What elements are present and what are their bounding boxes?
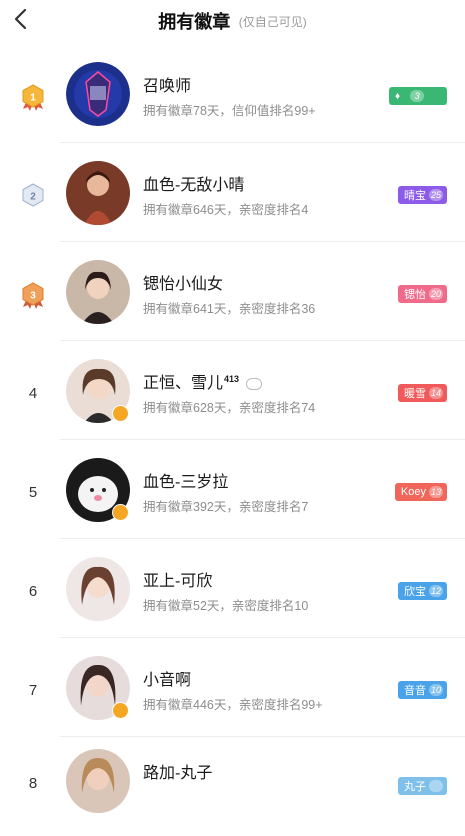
bronze-medal-icon: 3 xyxy=(18,280,48,310)
user-name: 小音啊 xyxy=(143,672,192,689)
rank-number: 1 xyxy=(30,93,36,104)
rank-badge: 6 xyxy=(18,577,48,607)
rank-number: 5 xyxy=(28,484,38,501)
list-item[interactable]: 6 亚上-可欣 拥有徽章52天，亲密度排名10 欣宝 12 xyxy=(0,539,465,638)
rank-number: 7 xyxy=(28,682,38,699)
avatar[interactable] xyxy=(66,260,130,324)
badge-level: 13 xyxy=(429,486,443,498)
user-name-superscript: 413 xyxy=(224,373,240,384)
avatar[interactable] xyxy=(66,62,130,126)
rank-number: 3 xyxy=(30,291,36,302)
badge-meta: 拥有徽章446天，亲密度排名99+ xyxy=(143,698,323,712)
badge-name: 丸子 xyxy=(404,781,426,793)
rank-badge: 7 xyxy=(18,676,48,706)
badge-level xyxy=(429,780,443,792)
badge-meta: 拥有徽章52天，亲密度排名10 xyxy=(143,599,309,613)
badge-level: 14 xyxy=(429,387,443,399)
page-title-group: 拥有徽章 (仅自己可见) xyxy=(0,8,465,34)
fan-badge[interactable]: ♦ 3 xyxy=(389,87,447,105)
badge-level: 12 xyxy=(429,585,443,597)
page-title: 拥有徽章 xyxy=(158,12,231,32)
fan-badge[interactable]: 锶怡 20 xyxy=(398,285,447,303)
rank-badge: 5 xyxy=(18,478,48,508)
badge-level: 20 xyxy=(429,288,443,300)
badge-name: 音音 xyxy=(404,685,426,697)
live-indicator-icon xyxy=(112,702,129,719)
badge-meta: 拥有徽章628天，亲密度排名74 xyxy=(143,401,316,415)
list-item[interactable]: 7 小音啊 拥有徽章446天，亲密度排名99+ 音音 10 xyxy=(0,638,465,737)
badge-name: Koey xyxy=(400,486,426,498)
user-name: 正恒、雪儿 xyxy=(143,375,224,392)
leaf-icon: ♦ xyxy=(395,90,401,102)
rank-number: 8 xyxy=(28,775,38,792)
user-name-wrap: 正恒、雪儿413 xyxy=(143,369,262,393)
badge-meta: 拥有徽章641天，亲密度排名36 xyxy=(143,302,316,316)
badge-level: 10 xyxy=(429,684,443,696)
list-item[interactable]: 5 血色-三岁拉 拥有徽章392天，亲密度排名7 Koey 13 xyxy=(0,440,465,539)
rank-number: 6 xyxy=(28,583,38,600)
user-name: 锶怡小仙女 xyxy=(143,276,224,293)
user-name: 召唤师 xyxy=(143,78,192,95)
badge-name: 暖雪 xyxy=(404,388,426,400)
badge-meta: 拥有徽章646天，亲密度排名4 xyxy=(143,203,309,217)
badge-level: 3 xyxy=(410,90,425,102)
badge-name: 锶怡 xyxy=(404,289,426,301)
fan-badge[interactable]: 欣宝 12 xyxy=(398,582,447,600)
rank-badge: 8 xyxy=(18,769,48,799)
avatar[interactable] xyxy=(66,557,130,621)
user-name: 路加-丸子 xyxy=(143,765,213,782)
rank-number: 2 xyxy=(30,192,36,203)
fan-badge[interactable]: 丸子 xyxy=(398,777,447,795)
fan-badge[interactable]: Koey 13 xyxy=(394,483,447,501)
rank-number: 4 xyxy=(28,385,38,402)
live-indicator-icon xyxy=(112,504,129,521)
user-name: 亚上-可欣 xyxy=(143,573,213,590)
badge-list: 1 召唤师 拥有徽章78天，信仰值排名99+ ♦ 3 2 血色-无敌小晴 拥有徽… xyxy=(0,44,465,836)
badge-name: 晴宝 xyxy=(404,190,426,202)
avatar[interactable] xyxy=(66,161,130,225)
badge-name: 欣宝 xyxy=(404,586,426,598)
avatar[interactable] xyxy=(66,749,130,813)
gold-medal-icon: 1 xyxy=(18,82,48,112)
list-item[interactable]: 8 路加-丸子 丸子 xyxy=(0,737,465,836)
list-item[interactable]: 3 锶怡小仙女 拥有徽章641天，亲密度排名36 锶怡 20 xyxy=(0,242,465,341)
fan-badge[interactable]: 暖雪 14 xyxy=(398,384,447,402)
badge-level: 25 xyxy=(429,189,443,201)
chat-bubble-icon xyxy=(245,377,262,390)
list-item[interactable]: 2 血色-无敌小晴 拥有徽章646天，亲密度排名4 晴宝 25 xyxy=(0,143,465,242)
badge-meta: 拥有徽章78天，信仰值排名99+ xyxy=(143,104,316,118)
user-name: 血色-三岁拉 xyxy=(143,474,229,491)
fan-badge[interactable]: 晴宝 25 xyxy=(398,186,447,204)
live-indicator-icon xyxy=(112,405,129,422)
page-subtitle: (仅自己可见) xyxy=(238,14,307,29)
list-item[interactable]: 1 召唤师 拥有徽章78天，信仰值排名99+ ♦ 3 xyxy=(0,44,465,143)
silver-medal-icon: 2 xyxy=(18,181,48,211)
rank-badge: 4 xyxy=(18,379,48,409)
list-item[interactable]: 4 正恒、雪儿413 拥有徽章628天，亲密度排名74 暖雪 14 xyxy=(0,341,465,440)
badge-meta: 拥有徽章392天，亲密度排名7 xyxy=(143,500,309,514)
user-name: 血色-无敌小晴 xyxy=(143,177,245,194)
fan-badge[interactable]: 音音 10 xyxy=(398,681,447,699)
top-bar: 拥有徽章 (仅自己可见) xyxy=(0,0,465,40)
